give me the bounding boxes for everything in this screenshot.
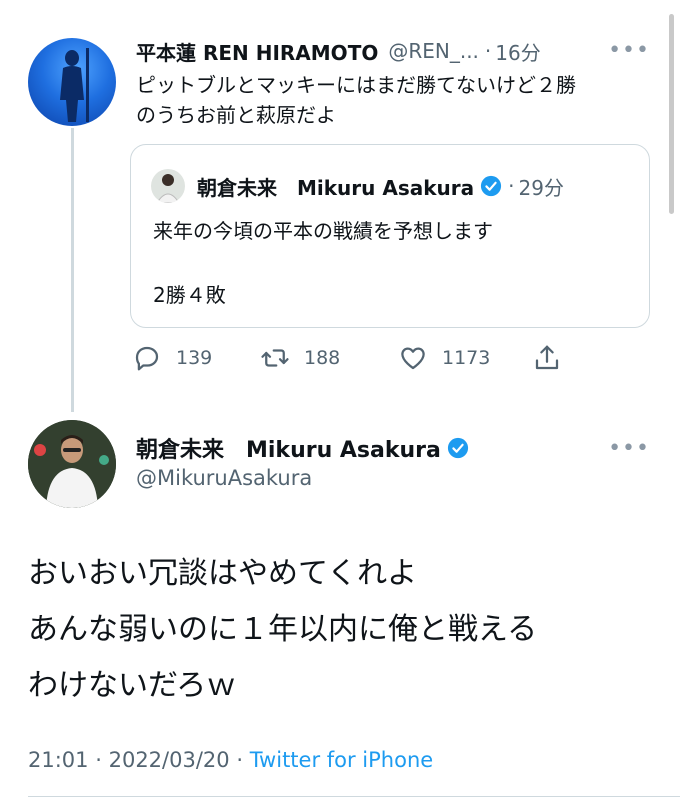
tweet2-handle[interactable]: @MikuruAsakura [136,466,312,490]
like-icon [401,347,425,370]
tweet1-handle[interactable]: @REN_... [388,39,479,63]
reply-button[interactable]: 139 [132,343,212,373]
tweet1-action-bar: 139 188 1173 [132,340,572,376]
tweet2-text-line3: わけないだろｗ [28,668,237,703]
quoted-text-line2: 2勝４敗 [153,283,226,307]
separator-dot: · [95,748,102,772]
tweet1-header: 平本蓮 REN HIRAMOTO @REN_... · 16分 [136,36,650,66]
tweet1-display-name[interactable]: 平本蓮 REN HIRAMOTO [136,37,378,66]
like-button[interactable]: 1173 [398,343,490,373]
tweet2-metadata: 21:01 · 2022/03/20 · Twitter for iPhone [28,748,433,772]
reply-count: 139 [176,347,213,369]
quoted-time[interactable]: 29分 [519,172,564,201]
separator-dot: · [484,39,492,63]
quoted-tweet-header: 朝倉未来 Mikuru Asakura · 29分 [151,169,564,203]
quoted-tweet-card[interactable]: 朝倉未来 Mikuru Asakura · 29分 来年の今頃の平本の戦績を予想… [130,144,650,328]
scrollbar[interactable] [669,14,674,214]
like-count: 1173 [442,347,491,369]
tweet2-header: 朝倉未来 Mikuru Asakura [136,432,469,464]
separator-dot: · [236,748,244,772]
thread-connector-line [71,128,74,412]
verified-badge-icon [481,175,502,197]
tweet1-text-line2: のうちお前と萩原だよ [136,103,336,127]
tweet2-source-link[interactable]: Twitter for iPhone [250,748,434,772]
avatar-person-icon [28,420,116,508]
quoted-display-name[interactable]: 朝倉未来 Mikuru Asakura [197,172,474,201]
tweet2-time[interactable]: 21:01 [28,748,89,772]
tweet1-time[interactable]: 16分 [495,37,540,66]
reply-icon [135,346,159,371]
tweet2-more-icon[interactable]: ••• [608,436,650,461]
tweet2-text-line1: おいおい冗談はやめてくれよ [28,556,418,591]
quoted-avatar [151,169,185,203]
retweet-count: 188 [304,347,341,369]
share-button[interactable] [532,343,576,373]
tweet2-text-line2: あんな弱いのに１年以内に俺と戦える [28,612,538,647]
quoted-text-line1: 来年の今頃の平本の戦績を予想します [153,219,493,243]
retweet-icon [261,349,289,367]
avatar-mikuru-asakura[interactable] [28,420,116,508]
share-icon [535,345,559,370]
verified-badge-icon [447,437,468,459]
tweet2-display-name[interactable]: 朝倉未来 Mikuru Asakura [136,432,441,464]
tweet1-text: ピットブルとマッキーにはまだ勝てないけど２勝 のうちお前と萩原だよ [136,70,656,130]
retweet-button[interactable]: 188 [260,343,340,373]
avatar-silhouette-icon [60,48,89,122]
avatar-ren-hiramoto[interactable] [28,38,116,126]
separator-dot: · [508,174,515,198]
tweet1-more-icon[interactable]: ••• [608,38,650,63]
divider [28,796,680,797]
tweet2-date[interactable]: 2022/03/20 [109,748,230,772]
tweet1-text-line1: ピットブルとマッキーにはまだ勝てないけど２勝 [136,73,576,97]
person-silhouette-icon [156,174,180,203]
tweet2-text: おいおい冗談はやめてくれよ あんな弱いのに１年以内に俺と戦える わけないだろｗ [28,546,658,714]
